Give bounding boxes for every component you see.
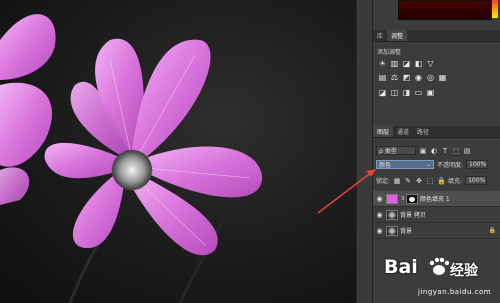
vibrance-icon[interactable]: ▽ xyxy=(426,59,435,68)
gradient-map-icon[interactable]: ▭ xyxy=(414,88,423,97)
flower-image xyxy=(0,14,263,303)
layers-tabbar: 图层 通道 路径 xyxy=(373,126,500,138)
lock-move-icon[interactable]: ✥ xyxy=(415,177,423,185)
adjustment-icons-row-1: ☀ ▥ ◪ ◧ ▽ xyxy=(378,59,435,68)
fill-input[interactable]: 100% xyxy=(465,176,488,185)
adjustment-icons-row-3: ◪ ◫ ◨ ▭ ▣ xyxy=(378,88,435,97)
selective-color-icon[interactable]: ▣ xyxy=(426,88,435,97)
hue-saturation-icon[interactable]: ▤ xyxy=(378,73,387,82)
color-picker-field[interactable] xyxy=(398,0,492,20)
paw-icon xyxy=(429,257,450,275)
watermark-logo-text: Bai xyxy=(384,256,418,278)
kind-filter-select[interactable]: ρ 类型 xyxy=(376,146,416,155)
adjustments-tabbar: 库 调整 xyxy=(373,30,500,42)
lock-transparent-icon[interactable]: ▦ xyxy=(393,177,401,185)
layer-row-color-fill[interactable]: ◉ 8 颜色填充 1 xyxy=(373,191,500,207)
tab-layers[interactable]: 图层 xyxy=(373,126,394,137)
eye-icon[interactable]: ◉ xyxy=(373,211,386,219)
tab-library[interactable]: 库 xyxy=(373,30,387,41)
filter-shape-icon[interactable]: ⬚ xyxy=(452,147,460,155)
layer-mask-thumb[interactable] xyxy=(406,193,418,204)
black-white-icon[interactable]: ◩ xyxy=(402,73,411,82)
lock-icon: 🔒 xyxy=(488,227,496,234)
layer-name: 背景 xyxy=(400,228,413,235)
invert-icon[interactable]: ◪ xyxy=(378,88,387,97)
photo-filter-icon[interactable]: ◉ xyxy=(414,73,423,82)
tab-adjustments[interactable]: 调整 xyxy=(387,30,408,41)
document-canvas[interactable] xyxy=(0,0,372,303)
color-lookup-icon[interactable]: ▦ xyxy=(438,73,447,82)
blend-mode-select[interactable]: 颜色 ⌄ xyxy=(376,160,434,169)
layer-thumb-fill xyxy=(386,193,398,204)
layer-filter-row: ρ 类型 ▣ ◐ T ⬚ ▤ xyxy=(376,146,471,155)
lock-all-icon[interactable]: 🔒 xyxy=(437,177,446,185)
brightness-icon[interactable]: ☀ xyxy=(378,59,387,68)
lock-row: 锁定: ▦ ✎ ✥ ⬚ 🔒 填充: 100% xyxy=(376,176,488,185)
exposure-icon[interactable]: ◧ xyxy=(414,59,423,68)
filter-smart-icon[interactable]: ▤ xyxy=(463,147,471,155)
adjustment-icons-row-2: ▤ ⚖ ◩ ◉ ◎ ▦ xyxy=(378,73,447,82)
lock-paint-icon[interactable]: ✎ xyxy=(404,177,412,185)
add-adjustment-title: 添加调整 xyxy=(377,49,402,56)
color-balance-icon[interactable]: ⚖ xyxy=(390,73,399,82)
posterize-icon[interactable]: ◫ xyxy=(390,88,399,97)
lock-label: 锁定: xyxy=(376,178,391,185)
filter-adjustment-icon[interactable]: ◐ xyxy=(430,147,438,155)
levels-icon[interactable]: ▥ xyxy=(390,59,399,68)
filter-type-icon[interactable]: T xyxy=(441,147,449,155)
layer-name: 颜色填充 1 xyxy=(420,196,450,203)
canvas-scrollbar[interactable] xyxy=(356,0,373,303)
threshold-icon[interactable]: ◨ xyxy=(402,88,411,97)
curves-icon[interactable]: ◪ xyxy=(402,59,411,68)
layer-thumb-photo xyxy=(386,209,398,220)
blend-mode-value: 颜色 xyxy=(379,162,392,169)
eye-icon[interactable]: ◉ xyxy=(373,227,386,235)
blend-row: 颜色 ⌄ 不透明度: 100% xyxy=(376,160,489,169)
watermark-jingyan: 经验 xyxy=(450,263,478,279)
hue-slider[interactable] xyxy=(492,0,498,18)
opacity-label: 不透明度: xyxy=(437,162,464,169)
filter-pixel-icon[interactable]: ▣ xyxy=(419,147,427,155)
tab-channels[interactable]: 通道 xyxy=(393,126,413,137)
channel-mixer-icon[interactable]: ◎ xyxy=(426,73,435,82)
opacity-input[interactable]: 100% xyxy=(466,160,489,169)
layer-row-background-copy[interactable]: ◉ 背景 拷贝 xyxy=(373,207,500,223)
lock-artboard-icon[interactable]: ⬚ xyxy=(426,177,434,185)
chevron-down-icon: ⌄ xyxy=(425,161,431,168)
watermark-url: jingyan.baidu.com xyxy=(418,288,492,296)
layer-name: 背景 拷贝 xyxy=(400,212,426,219)
layer-thumb-photo xyxy=(386,225,398,236)
layer-row-background[interactable]: ◉ 背景 🔒 xyxy=(373,223,500,239)
fill-label: 填充: xyxy=(448,178,463,185)
eye-icon[interactable]: ◉ xyxy=(373,195,386,203)
tab-paths[interactable]: 路径 xyxy=(413,126,433,137)
